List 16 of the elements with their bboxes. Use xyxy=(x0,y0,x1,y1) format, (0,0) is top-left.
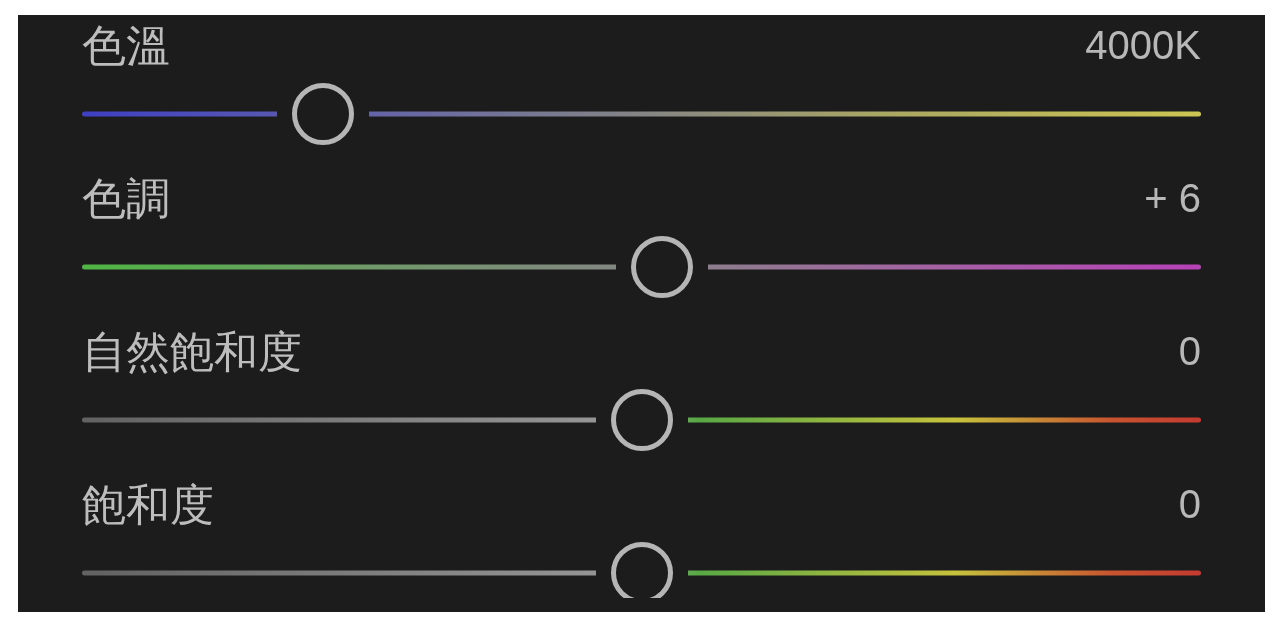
slider-label: 飽和度 xyxy=(82,479,214,530)
slider-label: 色調 xyxy=(82,173,170,224)
slider-value: 0 xyxy=(1178,481,1201,528)
slider-track[interactable] xyxy=(82,83,1201,145)
slider-track[interactable] xyxy=(82,389,1201,451)
slider-value: 0 xyxy=(1178,328,1201,375)
slider-label: 色溫 xyxy=(82,20,170,71)
slider-track[interactable] xyxy=(82,236,1201,298)
slider-label: 自然飽和度 xyxy=(82,326,302,377)
slider-value: 4000K xyxy=(1085,22,1201,69)
slider-thumb[interactable] xyxy=(291,83,354,145)
slider-thumb[interactable] xyxy=(610,542,673,598)
slider-thumb[interactable] xyxy=(630,236,693,298)
slider-track[interactable] xyxy=(82,542,1201,598)
slider-thumb[interactable] xyxy=(610,389,673,451)
slider-value: + 6 xyxy=(1144,175,1201,222)
